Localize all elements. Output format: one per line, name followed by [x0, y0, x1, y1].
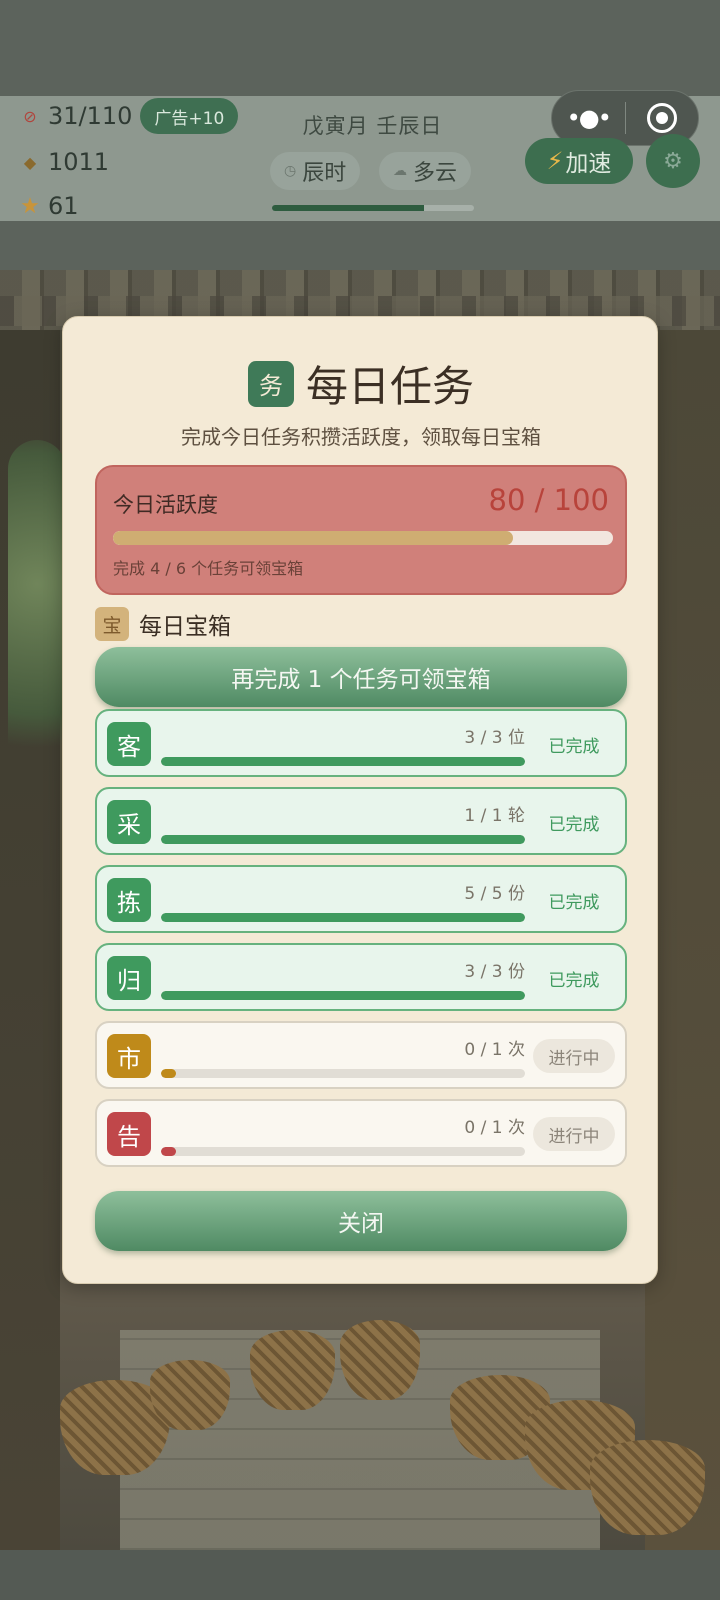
activity-hint: 完成 4 / 6 个任务可领宝箱	[113, 559, 304, 578]
chest-label: 每日宝箱	[139, 614, 231, 640]
time-chip: ◷ 辰时	[270, 152, 361, 190]
task-progress-fill	[161, 757, 525, 766]
task-progress-fill	[161, 913, 525, 922]
task-row[interactable]: 归 3 / 3 份 已完成	[95, 943, 627, 1011]
task-row[interactable]: 市 0 / 1 次进行中	[95, 1021, 627, 1089]
task-icon: 告	[107, 1112, 151, 1156]
speed-up-label: 加速	[565, 151, 612, 177]
stars-stat: ★ 61	[20, 188, 79, 224]
close-button[interactable]: 关闭	[95, 1191, 627, 1251]
task-count: 3 / 3 份	[464, 962, 525, 982]
coin-icon: ◆	[23, 152, 37, 172]
task-icon: 拣	[107, 878, 151, 922]
task-count: 5 / 5 份	[464, 884, 525, 904]
activity-label: 今日活跃度	[113, 493, 218, 517]
task-progress-fill	[161, 1069, 176, 1078]
herb-basket	[150, 1360, 230, 1430]
task-count: 3 / 3 位	[464, 728, 525, 748]
ad-bonus-button[interactable]: 广告+10	[140, 98, 239, 134]
dialog-title: 每日任务	[305, 362, 474, 411]
task-count: 0 / 1 次	[464, 1040, 525, 1060]
task-row[interactable]: 客 3 / 3 位 已完成	[95, 709, 627, 777]
weather-chip: ☁ 多云	[379, 152, 472, 190]
task-progress-fill	[161, 1147, 176, 1156]
day-progress-bar	[272, 205, 474, 211]
activity-score: 80 / 100	[488, 483, 609, 517]
activity-progress-fill	[113, 531, 513, 545]
task-status: 已完成	[548, 970, 600, 991]
claim-chest-button[interactable]: 再完成 1 个任务可领宝箱	[95, 647, 627, 707]
task-progress-fill	[161, 991, 525, 1000]
task-progress-fill	[161, 835, 525, 844]
cloud-icon: ☁	[393, 163, 407, 179]
coins-value: 1011	[48, 148, 110, 176]
task-status: 进行中	[533, 1039, 615, 1073]
task-icon: 市	[107, 1034, 151, 1078]
task-status: 已完成	[548, 814, 600, 835]
star-icon: ★	[20, 193, 40, 219]
close-miniprogram-icon[interactable]	[626, 103, 699, 133]
herb-basket	[250, 1330, 335, 1410]
daily-tasks-dialog: 务 每日任务 完成今日任务积攒活跃度，领取每日宝箱 今日活跃度 80 / 100…	[62, 316, 658, 1284]
task-count: 1 / 1 轮	[464, 806, 525, 826]
speed-up-button[interactable]: ⚡ 加速	[525, 138, 633, 184]
title-badge: 务	[247, 360, 294, 407]
task-icon: 采	[107, 800, 151, 844]
task-progress-bar	[161, 1147, 525, 1156]
date-label: 戊寅月 壬辰日	[302, 114, 443, 138]
herb-basket	[590, 1440, 705, 1535]
herb-basket	[340, 1320, 420, 1400]
settings-button[interactable]: ⚙	[646, 134, 700, 188]
dialog-header: 务 每日任务	[63, 353, 659, 414]
task-icon: 归	[107, 956, 151, 1000]
task-progress-bar	[161, 1069, 525, 1078]
task-row[interactable]: 告 0 / 1 次进行中	[95, 1099, 627, 1167]
weather-label: 多云	[413, 161, 458, 186]
task-count: 0 / 1 次	[464, 1118, 525, 1138]
task-progress-bar	[161, 913, 525, 922]
task-progress-bar	[161, 835, 525, 844]
activity-card: 今日活跃度 80 / 100 完成 4 / 6 个任务可领宝箱	[95, 465, 627, 595]
lightning-icon: ⚡	[546, 147, 564, 175]
activity-progress-bar	[113, 531, 613, 545]
task-status: 已完成	[548, 736, 600, 757]
coins-stat: ◆ 1011	[20, 144, 109, 180]
stamina-value: 31/110	[48, 102, 133, 130]
day-progress-fill	[272, 205, 424, 211]
gear-icon: ⚙	[663, 148, 683, 174]
task-row[interactable]: 采 1 / 1 轮 已完成	[95, 787, 627, 855]
task-status: 已完成	[548, 892, 600, 913]
task-progress-bar	[161, 757, 525, 766]
stars-value: 61	[48, 192, 79, 220]
dialog-subtitle: 完成今日任务积攒活跃度，领取每日宝箱	[181, 425, 541, 449]
task-status: 进行中	[533, 1117, 615, 1151]
task-icon: 客	[107, 722, 151, 766]
stamina-stat: ⊘ 31/110 广告+10	[20, 98, 239, 134]
chest-badge: 宝	[95, 607, 129, 641]
chest-header: 宝 每日宝箱	[95, 607, 231, 641]
time-label: 辰时	[302, 161, 347, 186]
task-progress-bar	[161, 991, 525, 1000]
clock-icon: ◷	[284, 163, 297, 179]
plant	[8, 440, 66, 800]
more-menu-icon[interactable]: •●•	[552, 104, 625, 132]
stamina-icon: ⊘	[23, 106, 37, 126]
task-row[interactable]: 拣 5 / 5 份 已完成	[95, 865, 627, 933]
